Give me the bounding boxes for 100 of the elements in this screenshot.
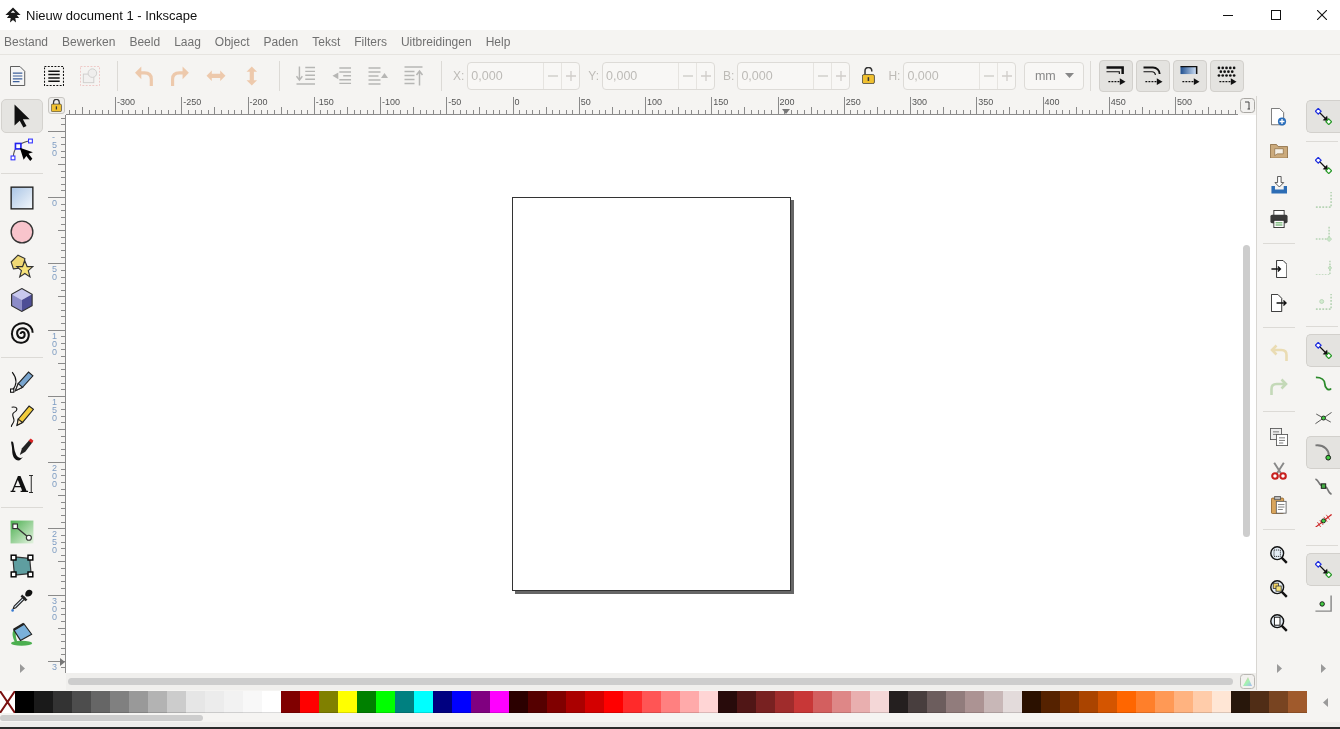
color-swatch[interactable] <box>1041 691 1060 713</box>
color-swatch[interactable] <box>547 691 566 713</box>
menu-item[interactable]: Tekst <box>305 32 348 52</box>
color-swatch[interactable] <box>110 691 129 713</box>
color-swatch[interactable] <box>414 691 433 713</box>
toggle-button[interactable] <box>1099 59 1134 92</box>
color-swatch[interactable] <box>1003 691 1022 713</box>
color-swatch[interactable] <box>205 691 224 713</box>
color-swatch[interactable] <box>585 691 604 713</box>
color-swatch[interactable] <box>148 691 167 713</box>
color-swatch[interactable] <box>319 691 338 713</box>
color-swatch[interactable] <box>946 691 965 713</box>
color-swatch[interactable] <box>1231 691 1250 713</box>
color-swatch[interactable] <box>281 691 300 713</box>
color-swatch[interactable] <box>1117 691 1136 713</box>
color-swatch[interactable] <box>889 691 908 713</box>
color-swatch[interactable] <box>509 691 528 713</box>
color-swatch[interactable] <box>623 691 642 713</box>
snap-button[interactable] <box>1306 436 1340 469</box>
color-swatch[interactable] <box>566 691 585 713</box>
color-swatch[interactable] <box>1193 691 1212 713</box>
color-swatch[interactable] <box>756 691 775 713</box>
menu-item[interactable]: Bestand <box>0 32 56 52</box>
snap-button[interactable] <box>1306 334 1340 367</box>
color-swatch[interactable] <box>528 691 547 713</box>
tool-button[interactable]: A <box>1 467 43 501</box>
color-swatch[interactable] <box>490 691 509 713</box>
color-swatch[interactable] <box>433 691 452 713</box>
snap-button[interactable] <box>1306 100 1340 133</box>
color-swatch[interactable] <box>243 691 262 713</box>
tool-button[interactable] <box>1 99 43 133</box>
color-swatch[interactable] <box>129 691 148 713</box>
color-swatch[interactable] <box>186 691 205 713</box>
color-swatch[interactable] <box>699 691 718 713</box>
color-swatch[interactable] <box>376 691 395 713</box>
color-swatch[interactable] <box>775 691 794 713</box>
caret-right-icon[interactable] <box>1276 664 1282 673</box>
toggle-button[interactable] <box>1173 59 1208 92</box>
menu-item[interactable]: Laag <box>167 32 208 52</box>
color-swatch[interactable] <box>1174 691 1193 713</box>
color-swatch[interactable] <box>1269 691 1288 713</box>
menu-item[interactable]: Uitbreidingen <box>393 32 479 52</box>
color-triangle-icon[interactable] <box>1239 674 1255 689</box>
color-swatch[interactable] <box>1250 691 1269 713</box>
menu-item[interactable]: Paden <box>256 32 306 52</box>
color-swatch[interactable] <box>1098 691 1117 713</box>
scrollbar-thumb[interactable] <box>1243 245 1250 537</box>
color-swatch[interactable] <box>1079 691 1098 713</box>
menu-item[interactable]: Object <box>207 32 257 52</box>
unit-dropdown[interactable]: mm <box>1024 61 1085 90</box>
color-swatch[interactable] <box>357 691 376 713</box>
color-swatch[interactable] <box>680 691 699 713</box>
color-swatch[interactable] <box>718 691 737 713</box>
color-swatch[interactable] <box>53 691 72 713</box>
color-swatch[interactable] <box>91 691 110 713</box>
color-swatch[interactable] <box>1136 691 1155 713</box>
ruler-label: -50 <box>448 97 462 107</box>
color-swatch[interactable] <box>72 691 91 713</box>
color-swatch[interactable] <box>1155 691 1174 713</box>
color-swatch[interactable] <box>813 691 832 713</box>
caret-right-icon[interactable] <box>1321 664 1326 673</box>
color-swatch[interactable] <box>338 691 357 713</box>
toggle-button[interactable] <box>1210 59 1245 92</box>
menu-item[interactable]: Filters <box>347 32 394 52</box>
color-swatch[interactable] <box>395 691 414 713</box>
menu-item[interactable]: Beeld <box>122 32 168 52</box>
color-swatch[interactable] <box>15 691 34 713</box>
color-swatch[interactable] <box>965 691 984 713</box>
color-swatch[interactable] <box>984 691 1003 713</box>
color-swatch[interactable] <box>471 691 490 713</box>
color-swatch[interactable] <box>1212 691 1231 713</box>
color-swatch[interactable] <box>452 691 471 713</box>
menu-item[interactable]: Help <box>478 32 518 52</box>
color-swatch[interactable] <box>851 691 870 713</box>
color-swatch[interactable] <box>34 691 53 713</box>
lock-button[interactable] <box>48 97 65 114</box>
scrollbar-thumb[interactable] <box>68 678 1233 685</box>
snap-button[interactable] <box>1306 553 1340 586</box>
color-swatch[interactable] <box>262 691 281 713</box>
color-swatch[interactable] <box>642 691 661 713</box>
color-swatch[interactable] <box>604 691 623 713</box>
no-paint-icon[interactable] <box>0 691 15 713</box>
color-swatch[interactable] <box>832 691 851 713</box>
color-swatch[interactable] <box>737 691 756 713</box>
color-swatch[interactable] <box>1288 691 1307 713</box>
toggle-button[interactable] <box>1136 59 1171 92</box>
color-swatch[interactable] <box>870 691 889 713</box>
color-swatch[interactable] <box>927 691 946 713</box>
menu-item[interactable]: Bewerken <box>55 32 123 52</box>
color-swatch[interactable] <box>1022 691 1041 713</box>
color-swatch[interactable] <box>908 691 927 713</box>
caret-right-icon[interactable] <box>19 664 25 673</box>
caret-left-icon[interactable] <box>1322 697 1328 707</box>
square-toggle-icon[interactable] <box>1239 98 1255 113</box>
color-swatch[interactable] <box>794 691 813 713</box>
scrollbar-thumb[interactable] <box>0 715 203 721</box>
color-swatch[interactable] <box>167 691 186 713</box>
color-swatch[interactable] <box>1060 691 1079 713</box>
color-swatch[interactable] <box>661 691 680 713</box>
color-swatch[interactable] <box>300 691 319 713</box>
